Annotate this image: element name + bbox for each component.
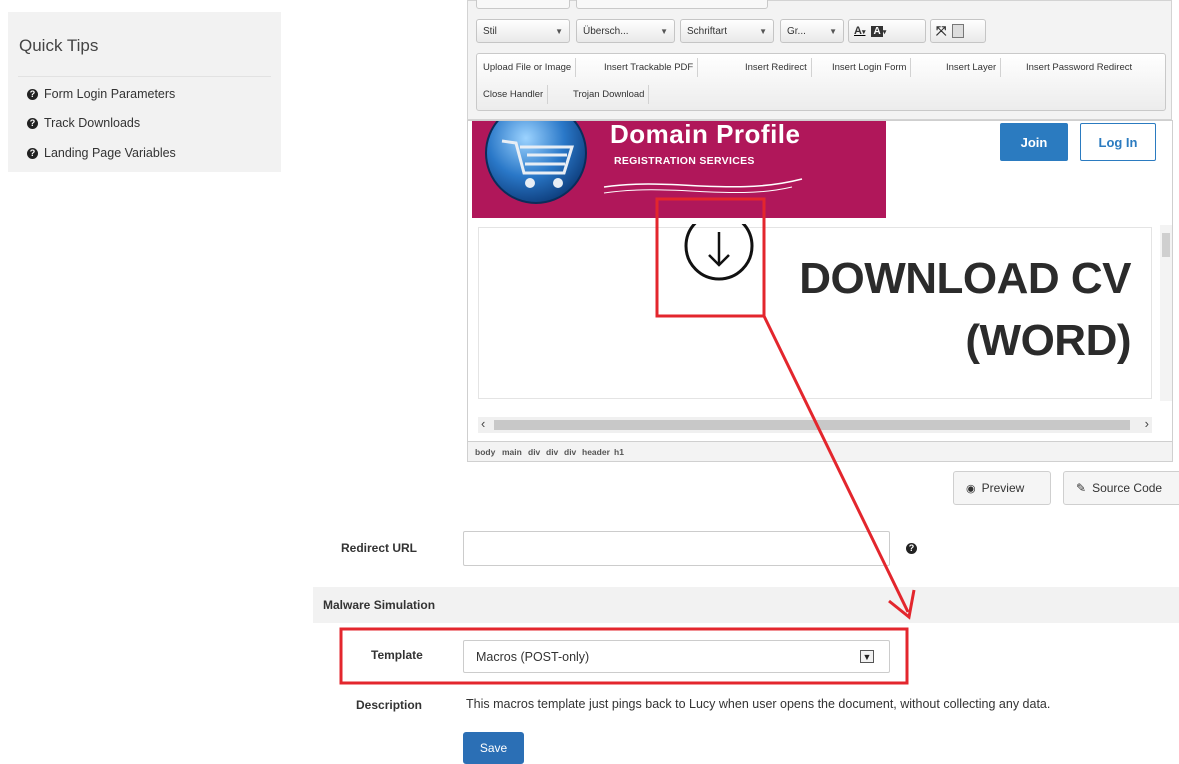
path-item[interactable]: div: [528, 447, 540, 457]
size-combo[interactable]: Gr... ▼: [780, 19, 844, 43]
description-label: Description: [356, 698, 423, 712]
source-code-button-label: Source Code: [1092, 481, 1163, 495]
quick-tips-panel: Quick Tips ? Form Login Parameters ? Tra…: [8, 12, 281, 172]
quick-tip-form-login[interactable]: ? Form Login Parameters: [27, 87, 175, 101]
brand-subtitle: REGISTRATION SERVICES: [614, 155, 755, 167]
font-combo[interactable]: Schriftart ▼: [680, 19, 774, 43]
brand-title: Domain Profile: [610, 121, 801, 149]
path-item[interactable]: div: [546, 447, 558, 457]
insert-layer-button[interactable]: Insert Layer: [942, 58, 1002, 77]
insert-password-redirect-button[interactable]: Insert Password Redirect: [1022, 58, 1136, 77]
section-title: Malware Simulation: [323, 598, 436, 612]
join-button[interactable]: Join: [1000, 123, 1068, 161]
insert-redirect-button[interactable]: Insert Redirect: [741, 58, 812, 77]
style-combo[interactable]: Stil ▼: [476, 19, 570, 43]
horizontal-scrollbar[interactable]: ‹ ›: [478, 416, 1152, 433]
dropdown-arrow-icon: ▼: [555, 26, 563, 36]
heading-combo-label: Übersch...: [583, 25, 629, 37]
save-button[interactable]: Save: [463, 732, 524, 764]
dropdown-arrow-icon: ▼: [829, 26, 837, 36]
editor-toolbar: Stil ▼ Übersch... ▼ Schriftart ▼ Gr... ▼…: [467, 0, 1172, 120]
quick-tips-divider: [18, 76, 271, 77]
path-item[interactable]: div: [564, 447, 576, 457]
font-combo-label: Schriftart: [687, 25, 728, 37]
path-item[interactable]: main: [502, 447, 522, 457]
template-select[interactable]: Macros (POST-only) ▼: [463, 640, 890, 673]
help-question-icon[interactable]: ?: [906, 543, 917, 554]
quick-tip-label: Track Downloads: [44, 116, 141, 130]
preview-button[interactable]: ◉ Preview: [953, 471, 1051, 505]
question-icon: ?: [27, 117, 38, 129]
quick-tip-label: Form Login Parameters: [44, 87, 176, 101]
dropdown-arrow-icon: ▼: [660, 26, 668, 36]
size-combo-label: Gr...: [787, 25, 806, 37]
preview-button-label: Preview: [981, 481, 1025, 495]
question-icon: ?: [27, 88, 38, 100]
background-color-button[interactable]: A ▾: [871, 25, 886, 37]
redirect-url-label: Redirect URL: [341, 541, 418, 555]
template-selected-value: Macros (POST-only): [476, 649, 590, 664]
edit-icon: ✎: [1076, 481, 1087, 495]
quick-tip-landing-variables[interactable]: ? Landing Page Variables: [27, 146, 176, 160]
close-handler-button[interactable]: Close Handler: [479, 85, 549, 104]
upload-file-button[interactable]: Upload File or Image: [479, 58, 577, 77]
quick-tips-title: Quick Tips: [19, 36, 99, 55]
maximize-icon[interactable]: ⤧: [936, 23, 946, 39]
scroll-left-icon[interactable]: ‹: [481, 416, 485, 431]
eye-icon: ◉: [966, 482, 976, 495]
scroll-right-icon[interactable]: ›: [1145, 416, 1149, 431]
insert-trackable-pdf-button[interactable]: Insert Trackable PDF: [600, 58, 699, 77]
description-text: This macros template just pings back to …: [466, 697, 1051, 711]
scroll-thumb[interactable]: [1162, 233, 1170, 257]
vertical-scrollbar[interactable]: [1160, 225, 1172, 401]
element-path-bar: body main div div div header h1: [467, 442, 1173, 462]
color-buttons-group: A▾ A ▾: [848, 19, 926, 43]
site-banner: Domain Profile REGISTRATION SERVICES: [472, 121, 886, 218]
template-label: Template: [371, 648, 423, 662]
insert-login-form-button[interactable]: Insert Login Form: [828, 58, 912, 77]
html-editor: Stil ▼ Übersch... ▼ Schriftart ▼ Gr... ▼…: [467, 0, 1179, 462]
question-icon: ?: [27, 147, 38, 159]
view-buttons-group: ⤧: [930, 19, 986, 43]
text-color-button[interactable]: A▾: [854, 25, 865, 37]
show-blocks-icon[interactable]: [952, 24, 965, 38]
quick-tip-track-downloads[interactable]: ? Track Downloads: [27, 116, 140, 130]
insert-toolbar: Upload File or Image Insert Trackable PD…: [476, 53, 1166, 111]
heading-combo[interactable]: Übersch... ▼: [576, 19, 675, 43]
dropdown-arrow-icon: ▼: [759, 26, 767, 36]
path-item[interactable]: body: [475, 447, 495, 457]
download-heading-line2[interactable]: (WORD): [965, 316, 1131, 366]
editor-preview-frame[interactable]: Domain Profile REGISTRATION SERVICES Joi…: [467, 120, 1173, 442]
scroll-thumb[interactable]: [494, 420, 1130, 430]
toolbar-partial-group[interactable]: [476, 0, 570, 9]
toolbar-partial-group[interactable]: [576, 0, 768, 9]
path-item[interactable]: header: [582, 447, 610, 457]
chevron-down-icon[interactable]: ▼: [860, 650, 874, 663]
source-code-button[interactable]: ✎ Source Code: [1063, 471, 1179, 505]
style-combo-label: Stil: [483, 25, 497, 37]
quick-tip-label: Landing Page Variables: [44, 146, 176, 160]
redirect-url-input[interactable]: [463, 531, 890, 566]
login-button[interactable]: Log In: [1080, 123, 1156, 161]
download-arrow-icon: [684, 224, 754, 281]
download-heading-line1[interactable]: DOWNLOAD CV: [799, 254, 1131, 304]
malware-simulation-section: Malware Simulation: [313, 587, 1179, 623]
path-item[interactable]: h1: [614, 447, 624, 457]
trojan-download-button[interactable]: Trojan Download: [569, 85, 650, 104]
preview-content-area: DOWNLOAD CV (WORD): [478, 224, 1152, 399]
